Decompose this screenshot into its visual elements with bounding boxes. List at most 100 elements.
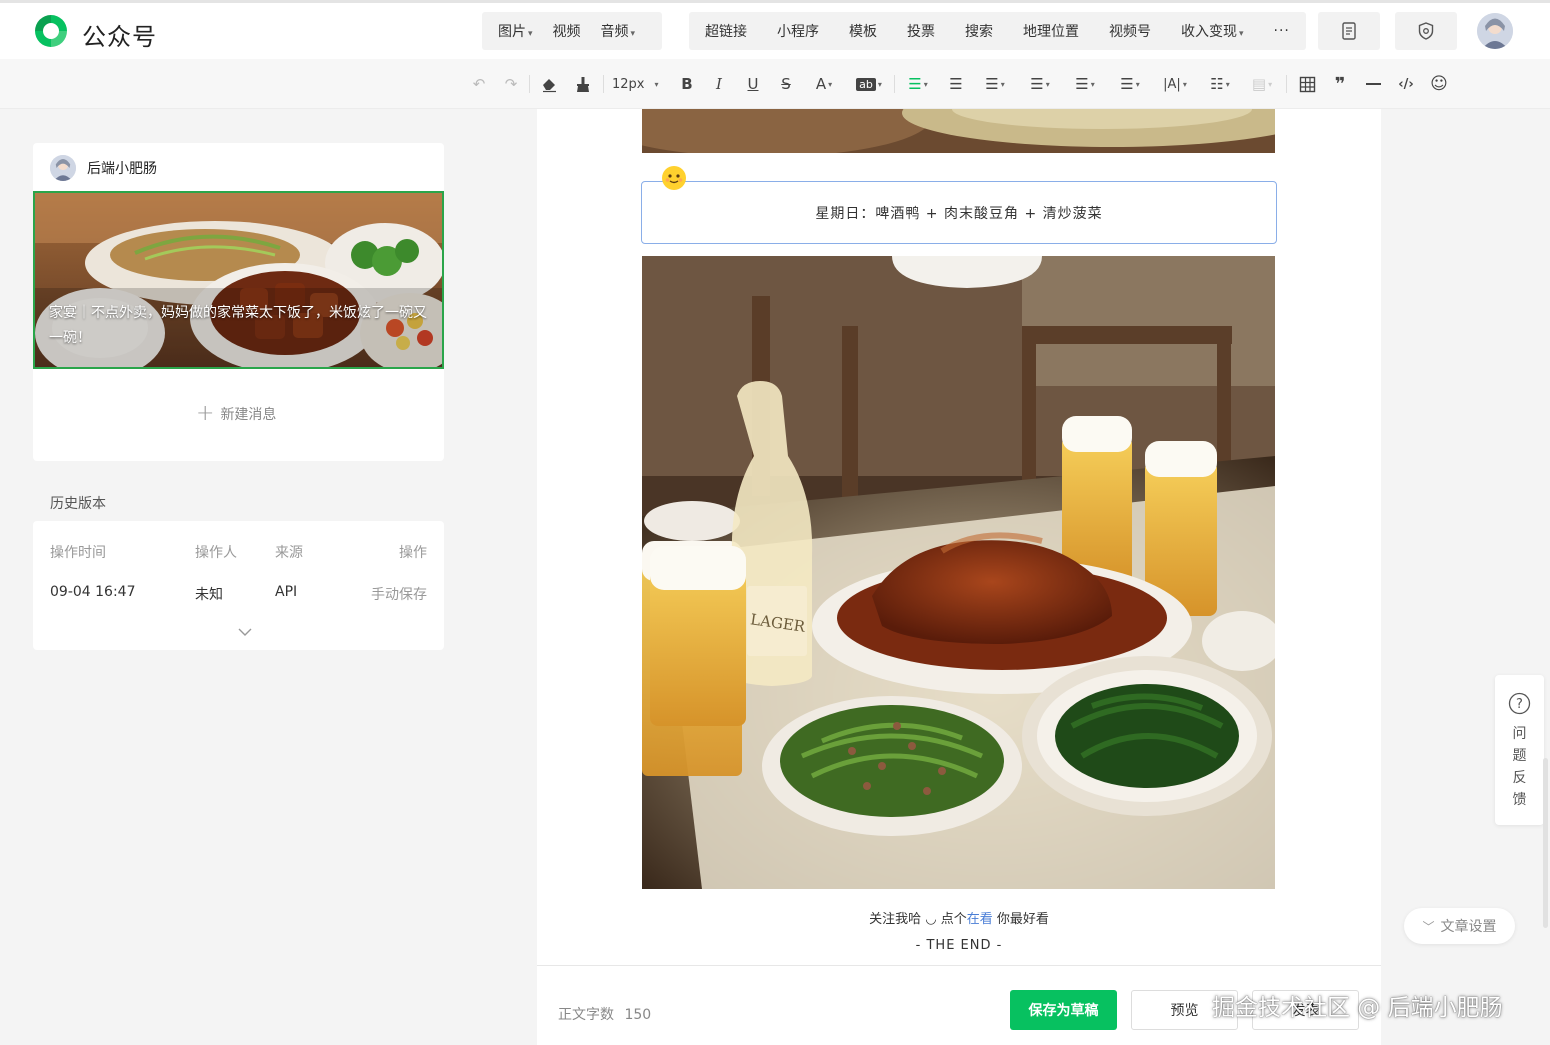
plus-icon: +	[196, 401, 215, 426]
font-color-button[interactable]: A ▾	[808, 72, 840, 96]
list-button[interactable]: ☷ ▾	[1203, 72, 1237, 96]
word-count-label: 正文字数	[558, 1007, 614, 1023]
font-size-select[interactable]: 12px ▾	[612, 72, 666, 96]
article-image-beer-duck[interactable]: LAGER	[642, 256, 1275, 889]
indent-button[interactable]: ☰	[945, 72, 967, 96]
smiley-emoji-icon	[662, 166, 686, 190]
insert-menu-item[interactable]: 超链接	[695, 21, 757, 41]
expand-history-button[interactable]	[238, 625, 252, 641]
page-scrollbar[interactable]	[1543, 758, 1548, 928]
insert-menu-item[interactable]: 视频号	[1099, 21, 1161, 41]
underline-icon: U	[747, 75, 759, 93]
redo-button[interactable]: ↷	[500, 72, 522, 96]
italic-button[interactable]: I	[708, 72, 730, 96]
insert-menu-item[interactable]: 音频 ▾	[591, 21, 646, 41]
table-icon	[1299, 76, 1315, 92]
history-row-source: API	[275, 584, 298, 600]
brand-title: 公众号	[82, 23, 157, 51]
float-button[interactable]: ▤ ▾	[1247, 72, 1277, 96]
previous-food-image	[642, 109, 1275, 153]
insert-menu-item[interactable]: 收入变现 ▾	[1171, 21, 1254, 41]
insert-menu-item[interactable]: 模板	[839, 21, 887, 41]
highlight-button[interactable]: ab ▾	[851, 72, 887, 96]
insert-tools-group: 超链接 小程序 模板 投票 搜索 地理位置 视频号 收入变现 ▾ ···	[689, 12, 1306, 50]
article-editor[interactable]: 星期日：啤酒鸭 + 肉末酸豆角 + 清炒菠菜 LAGER 关注我哈 ◡ 点个在看…	[537, 109, 1381, 1045]
insert-menu-label: 视频号	[1109, 24, 1151, 40]
feedback-label: 问题反馈	[1495, 723, 1544, 811]
mobile-preview-button[interactable]	[1318, 12, 1380, 50]
toolbar-divider	[603, 75, 604, 93]
chevron-down-icon: ▾	[1239, 29, 1244, 39]
format-painter-button[interactable]	[572, 72, 594, 96]
line-height-button[interactable]: ☰ ▾	[1068, 72, 1102, 96]
feedback-label-char: 馈	[1512, 792, 1527, 808]
first-line-indent-button[interactable]: ☰ ▾	[1113, 72, 1147, 96]
indent-icon: ☰	[949, 75, 963, 93]
chevron-down-icon	[238, 628, 252, 636]
bold-icon: B	[681, 75, 693, 93]
insert-menu-label: 收入变现	[1181, 24, 1237, 40]
account-avatar	[50, 155, 76, 181]
line-indent-icon: ☰	[985, 75, 999, 93]
insert-menu-label: 投票	[907, 24, 935, 40]
history-header-operator: 操作人	[195, 545, 237, 561]
align-center-button[interactable]: ☰ ▾	[902, 72, 934, 96]
new-message-button[interactable]: + 新建消息	[196, 403, 276, 425]
chevron-down-icon: ▾	[1182, 79, 1187, 89]
menu-callout-text: 星期日：啤酒鸭 + 肉末酸豆角 + 清炒菠菜	[815, 206, 1103, 222]
insert-menu-item[interactable]: 图片 ▾	[488, 21, 543, 41]
insert-menu-label: 音频	[600, 24, 629, 40]
history-card: 操作时间 操作人 来源 操作 09-04 16:47 未知 API 手动保存	[33, 521, 444, 650]
document-icon	[1342, 22, 1356, 40]
chevron-down-icon: ▾	[923, 79, 928, 89]
align-center-icon: ☰	[908, 75, 922, 93]
article-image-previous[interactable]	[642, 109, 1275, 153]
feedback-button[interactable]: ? 问题反馈	[1495, 675, 1544, 825]
table-button[interactable]	[1296, 72, 1318, 96]
follow-text: 关注我哈 ◡ 点个	[869, 912, 967, 927]
new-message-label: 新建消息	[220, 407, 277, 423]
originality-button[interactable]	[1395, 12, 1457, 50]
bold-button[interactable]: B	[676, 72, 698, 96]
user-avatar[interactable]	[1477, 13, 1513, 49]
double-chevron-down-icon: ﹀	[1422, 919, 1435, 934]
history-header-action: 操作	[399, 545, 427, 561]
insert-menu-label: 视频	[552, 24, 581, 40]
menu-callout-box[interactable]: 星期日：啤酒鸭 + 肉末酸豆角 + 清炒菠菜	[641, 181, 1277, 244]
italic-icon: I	[716, 75, 722, 93]
insert-menu-item[interactable]: 小程序	[767, 21, 829, 41]
history-row-action[interactable]: 手动保存	[371, 584, 427, 604]
line-indent-button[interactable]: ☰ ▾	[978, 72, 1012, 96]
smiley-icon: ☺	[1430, 74, 1448, 94]
follow-line: 关注我哈 ◡ 点个在看 你最好看	[537, 908, 1381, 927]
article-settings-label: 文章设置	[1440, 919, 1497, 935]
first-line-indent-icon: ☰	[1120, 75, 1134, 93]
undo-button[interactable]: ↶	[468, 72, 490, 96]
article-cover-card[interactable]: 家宴｜不点外卖，妈妈做的家常菜太下饭了，米饭炫了一碗又一碗！	[33, 191, 444, 369]
insert-menu-item[interactable]: 视频	[543, 21, 591, 41]
emoji-button[interactable]: ☺	[1428, 72, 1450, 96]
paragraph-spacing-button[interactable]: ☰ ▾	[1023, 72, 1057, 96]
insert-menu-item[interactable]: 投票	[897, 21, 945, 41]
quote-button[interactable]: ❞	[1329, 72, 1351, 96]
svg-text:?: ?	[1516, 697, 1523, 712]
article-settings-button[interactable]: ﹀ 文章设置	[1404, 908, 1515, 944]
insert-menu-label: 搜索	[965, 24, 993, 40]
strikethrough-button[interactable]: S	[775, 72, 797, 96]
insert-menu-item[interactable]: 地理位置	[1013, 21, 1089, 41]
letter-spacing-button[interactable]: |A| ▾	[1158, 72, 1192, 96]
insert-menu-item[interactable]: 搜索	[955, 21, 1003, 41]
divider-line-button[interactable]	[1362, 72, 1384, 96]
float-layout-icon: ▤	[1251, 75, 1267, 93]
chevron-down-icon: ▾	[1045, 79, 1050, 89]
wechat-mp-logo-icon[interactable]	[32, 12, 70, 50]
clear-format-button[interactable]	[538, 72, 560, 96]
code-button[interactable]: ‹/›	[1395, 72, 1417, 96]
feedback-label-char: 反	[1512, 770, 1527, 786]
word-count-value: 150	[624, 1007, 652, 1023]
more-options-icon[interactable]: ···	[1264, 23, 1300, 39]
save-draft-button[interactable]: 保存为草稿	[1010, 990, 1117, 1030]
eraser-icon	[542, 78, 556, 92]
font-size-value: 12px	[612, 76, 645, 92]
underline-button[interactable]: U	[742, 72, 764, 96]
